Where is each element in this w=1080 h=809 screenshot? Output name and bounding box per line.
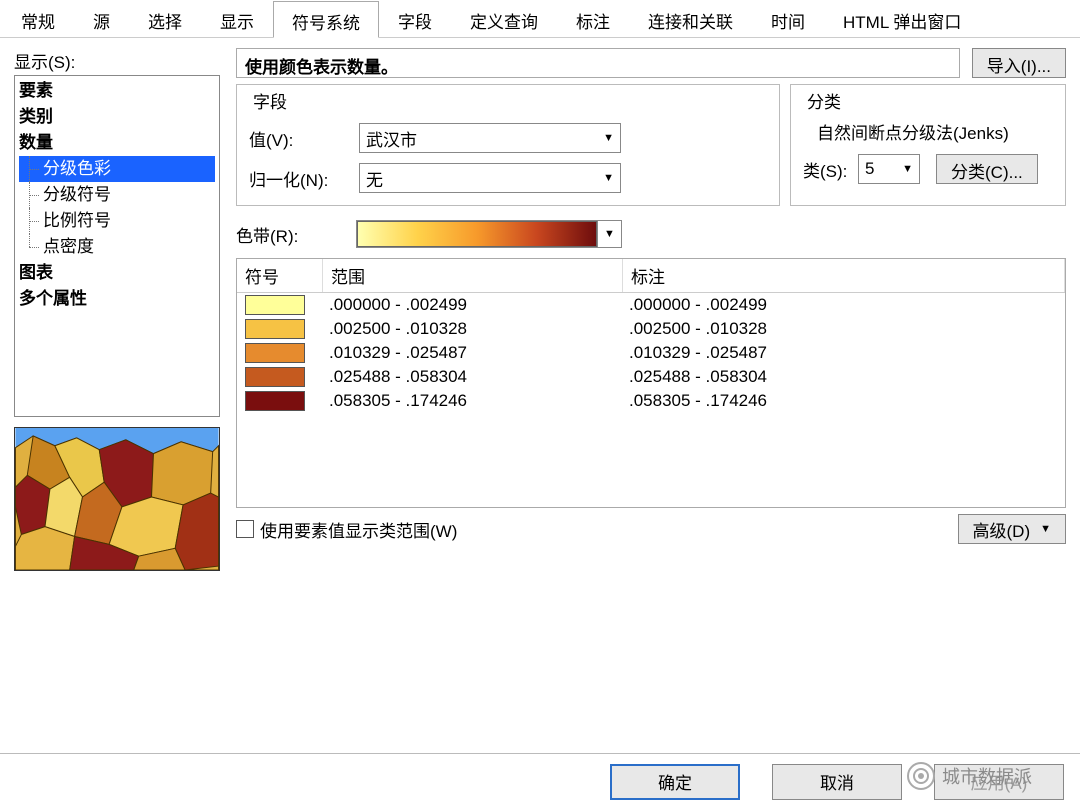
symbol-swatch[interactable] xyxy=(245,295,305,315)
value-label: 值(V): xyxy=(249,126,359,151)
label-cell[interactable]: .058305 - .174246 xyxy=(629,391,1057,411)
label-cell[interactable]: .000000 - .002499 xyxy=(629,295,1057,315)
tab-7[interactable]: 标注 xyxy=(557,0,629,37)
symbol-swatch[interactable] xyxy=(245,319,305,339)
dialog-button-bar: 确定 取消 应用(A) xyxy=(0,753,1080,809)
tab-5[interactable]: 字段 xyxy=(379,0,451,37)
apply-button[interactable]: 应用(A) xyxy=(934,764,1064,800)
field-fieldset: 字段 值(V): 武汉市 ▼ 归一化(N): 无 ▼ xyxy=(236,84,780,206)
classes-label: 类(S): xyxy=(803,157,858,182)
classify-fieldset-title: 分类 xyxy=(803,88,845,113)
classes-value: 5 xyxy=(865,159,874,179)
cancel-button[interactable]: 取消 xyxy=(772,764,902,800)
table-row[interactable]: .058305 - .174246.058305 - .174246 xyxy=(237,389,1065,413)
normalize-select-text: 无 xyxy=(366,166,383,191)
label-cell[interactable]: .025488 - .058304 xyxy=(629,367,1057,387)
symbol-swatch[interactable] xyxy=(245,343,305,363)
ok-button[interactable]: 确定 xyxy=(610,764,740,800)
tab-9[interactable]: 时间 xyxy=(752,0,824,37)
normalize-select[interactable]: 无 ▼ xyxy=(359,163,621,193)
range-cell[interactable]: .002500 - .010328 xyxy=(329,319,629,339)
class-table: 符号 范围 标注 .000000 - .002499.000000 - .002… xyxy=(236,258,1066,508)
tree-subitem[interactable]: 分级符号 xyxy=(19,182,215,208)
tree-item[interactable]: 图表 xyxy=(19,260,215,286)
col-label-header[interactable]: 标注 xyxy=(623,259,1065,292)
advanced-button-label: 高级(D) xyxy=(973,517,1031,542)
classes-select[interactable]: 5 ▼ xyxy=(858,154,920,184)
show-range-checkbox[interactable] xyxy=(236,520,254,538)
value-select-text: 武汉市 xyxy=(366,126,417,151)
col-range-header[interactable]: 范围 xyxy=(323,259,623,292)
classification-method: 自然间断点分级法(Jenks) xyxy=(817,119,1053,144)
category-tree: 要素类别数量分级色彩分级符号比例符号点密度图表多个属性 xyxy=(14,75,220,417)
value-select[interactable]: 武汉市 ▼ xyxy=(359,123,621,153)
tree-item[interactable]: 类别 xyxy=(19,104,215,130)
tree-item[interactable]: 多个属性 xyxy=(19,286,215,312)
tree-item[interactable]: 数量 xyxy=(19,130,215,156)
range-cell[interactable]: .010329 - .025487 xyxy=(329,343,629,363)
tab-1[interactable]: 源 xyxy=(74,0,129,37)
tab-8[interactable]: 连接和关联 xyxy=(629,0,752,37)
tab-2[interactable]: 选择 xyxy=(129,0,201,37)
panel-title: 使用颜色表示数量。 xyxy=(236,48,960,78)
tab-6[interactable]: 定义查询 xyxy=(451,0,557,37)
tree-item[interactable]: 要素 xyxy=(19,78,215,104)
classify-button[interactable]: 分类(C)... xyxy=(936,154,1038,184)
color-ramp-swatch xyxy=(357,221,597,247)
tabs-bar: 常规源选择显示符号系统字段定义查询标注连接和关联时间HTML 弹出窗口 xyxy=(0,0,1080,38)
range-cell[interactable]: .058305 - .174246 xyxy=(329,391,629,411)
normalize-label: 归一化(N): xyxy=(249,166,359,191)
tab-0[interactable]: 常规 xyxy=(2,0,74,37)
field-fieldset-title: 字段 xyxy=(249,88,291,113)
advanced-button[interactable]: 高级(D) ▼ xyxy=(958,514,1067,544)
table-row[interactable]: .010329 - .025487.010329 - .025487 xyxy=(237,341,1065,365)
show-label: 显示(S): xyxy=(14,48,222,73)
classify-fieldset: 分类 自然间断点分级法(Jenks) 类(S): 5 ▼ 分类(C)... xyxy=(790,84,1066,206)
table-row[interactable]: .025488 - .058304.025488 - .058304 xyxy=(237,365,1065,389)
show-range-checkbox-label: 使用要素值显示类范围(W) xyxy=(260,517,457,542)
chevron-down-icon: ▼ xyxy=(597,221,621,247)
chevron-down-icon: ▼ xyxy=(603,172,614,184)
table-row[interactable]: .000000 - .002499.000000 - .002499 xyxy=(237,293,1065,317)
import-button[interactable]: 导入(I)... xyxy=(972,48,1066,78)
tree-subitem[interactable]: 分级色彩 xyxy=(19,156,215,182)
label-cell[interactable]: .010329 - .025487 xyxy=(629,343,1057,363)
label-cell[interactable]: .002500 - .010328 xyxy=(629,319,1057,339)
chevron-down-icon: ▼ xyxy=(1040,523,1051,535)
tab-4[interactable]: 符号系统 xyxy=(273,1,379,38)
chevron-down-icon: ▼ xyxy=(902,163,913,175)
table-row[interactable]: .002500 - .010328.002500 - .010328 xyxy=(237,317,1065,341)
tab-10[interactable]: HTML 弹出窗口 xyxy=(824,0,980,37)
chevron-down-icon: ▼ xyxy=(603,132,614,144)
color-ramp-select[interactable]: ▼ xyxy=(356,220,622,248)
tab-3[interactable]: 显示 xyxy=(201,0,273,37)
color-ramp-label: 色带(R): xyxy=(236,222,356,247)
tree-subitem[interactable]: 点密度 xyxy=(19,234,215,260)
symbol-swatch[interactable] xyxy=(245,391,305,411)
symbol-swatch[interactable] xyxy=(245,367,305,387)
range-cell[interactable]: .000000 - .002499 xyxy=(329,295,629,315)
tree-subitem[interactable]: 比例符号 xyxy=(19,208,215,234)
col-symbol-header[interactable]: 符号 xyxy=(237,259,323,292)
range-cell[interactable]: .025488 - .058304 xyxy=(329,367,629,387)
map-preview xyxy=(14,427,220,571)
